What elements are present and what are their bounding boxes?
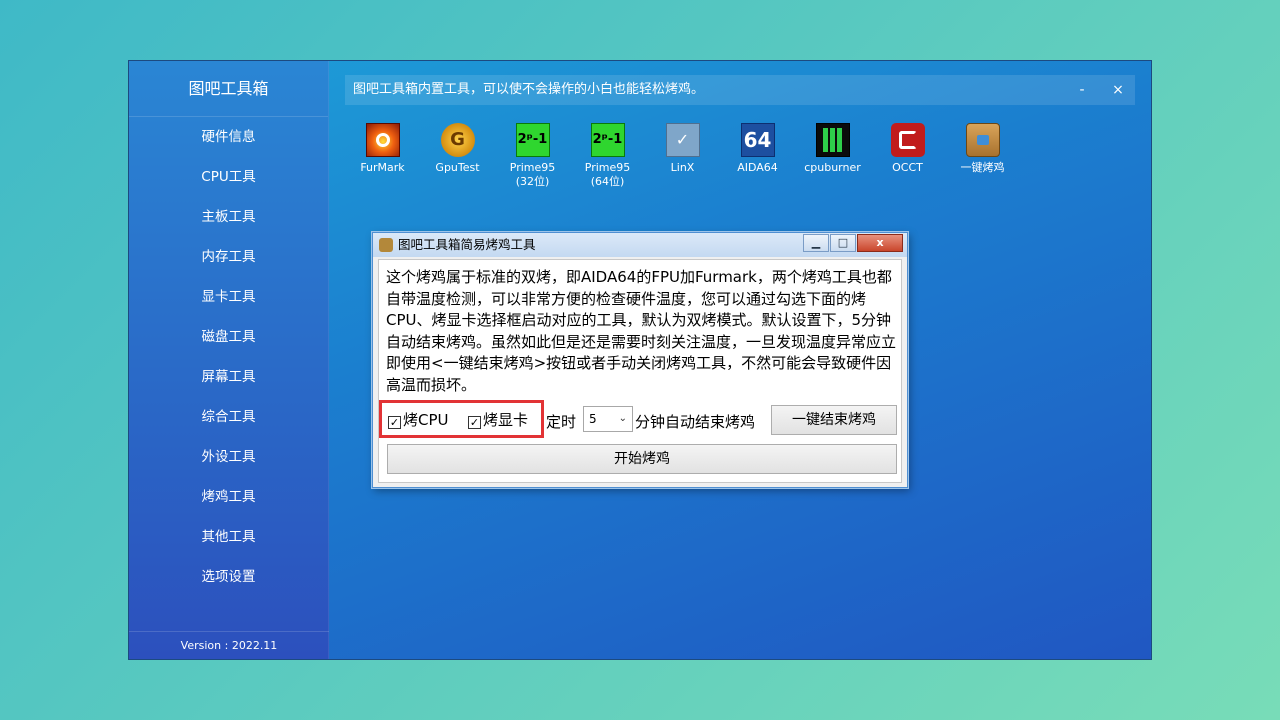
checkbox-checked-icon: ✓ <box>468 416 481 429</box>
tool-label: AIDA64 <box>737 161 778 174</box>
chevron-down-icon: ⌄ <box>618 413 627 424</box>
bake-cpu-label: 烤CPU <box>403 411 449 429</box>
bake-gpu-label: 烤显卡 <box>483 411 529 429</box>
sidebar-item-stress-tools[interactable]: 烤鸡工具 <box>129 477 328 517</box>
sidebar-item-settings[interactable]: 选项设置 <box>129 557 328 597</box>
bake-cpu-checkbox[interactable]: ✓ 烤CPU <box>388 411 449 429</box>
sidebar: 图吧工具箱 硬件信息 CPU工具 主板工具 内存工具 显卡工具 磁盘工具 屏幕工… <box>129 61 329 659</box>
tool-label: Prime95 <box>584 161 631 174</box>
timer-value: 5 <box>589 412 597 426</box>
timer-select[interactable]: 5 ⌄ <box>583 406 633 432</box>
cpuburner-icon <box>815 123 850 157</box>
tool-label: FurMark <box>360 161 405 174</box>
tool-furmark[interactable]: FurMark <box>345 123 420 175</box>
sidebar-item-disk-tools[interactable]: 磁盘工具 <box>129 317 328 357</box>
tool-one-click[interactable]: 一键烤鸡 <box>945 123 1020 175</box>
occt-icon <box>890 123 925 157</box>
sidebar-item-hardware-info[interactable]: 硬件信息 <box>129 117 328 157</box>
tool-label: cpuburner <box>804 161 861 174</box>
gputest-icon: G <box>440 123 475 157</box>
prime95-icon: 2ᵖ-1 <box>590 123 625 157</box>
dialog-app-icon <box>379 238 393 252</box>
package-icon <box>965 123 1000 157</box>
dialog-titlebar[interactable]: 图吧工具箱简易烤鸡工具 ▁ □ x <box>373 233 907 257</box>
bake-gpu-checkbox[interactable]: ✓ 烤显卡 <box>468 411 528 429</box>
close-button[interactable]: × <box>1103 75 1133 105</box>
tool-sublabel: (32位) <box>515 175 550 188</box>
tool-sublabel: (64位) <box>590 175 625 188</box>
sidebar-nav: 硬件信息 CPU工具 主板工具 内存工具 显卡工具 磁盘工具 屏幕工具 综合工具… <box>129 117 328 597</box>
linx-icon: ✓ <box>665 123 700 157</box>
tool-grid: FurMark G GpuTest 2ᵖ-1 Prime95 (32位) 2ᵖ-… <box>345 123 1145 193</box>
checkbox-highlight-box: ✓ 烤CPU ✓ 烤显卡 <box>379 400 544 438</box>
dialog-maximize-button[interactable]: □ <box>830 234 856 252</box>
sidebar-item-peripheral-tools[interactable]: 外设工具 <box>129 437 328 477</box>
tool-prime95-64[interactable]: 2ᵖ-1 Prime95 (64位) <box>570 123 645 189</box>
dialog-title: 图吧工具箱简易烤鸡工具 <box>398 237 536 252</box>
aida64-icon: 64 <box>740 123 775 157</box>
sidebar-item-other-tools[interactable]: 其他工具 <box>129 517 328 557</box>
start-stress-button[interactable]: 开始烤鸡 <box>387 444 897 474</box>
info-bar-text: 图吧工具箱内置工具，可以使不会操作的小白也能轻松烤鸡。 <box>353 82 705 97</box>
sidebar-item-motherboard-tools[interactable]: 主板工具 <box>129 197 328 237</box>
stop-stress-button[interactable]: 一键结束烤鸡 <box>771 405 897 435</box>
checkbox-checked-icon: ✓ <box>388 416 401 429</box>
tool-occt[interactable]: OCCT <box>870 123 945 175</box>
app-title: 图吧工具箱 <box>129 61 328 117</box>
dialog-body: 这个烤鸡属于标准的双烤，即AIDA64的FPU加Furmark，两个烤鸡工具也都… <box>378 259 902 483</box>
dialog-description: 这个烤鸡属于标准的双烤，即AIDA64的FPU加Furmark，两个烤鸡工具也都… <box>386 268 897 394</box>
tool-linx[interactable]: ✓ LinX <box>645 123 720 175</box>
tool-label: 一键烤鸡 <box>960 161 1005 174</box>
timer-suffix: 分钟自动结束烤鸡 <box>635 413 756 431</box>
tool-cpuburner[interactable]: cpuburner <box>795 123 870 175</box>
tool-aida64[interactable]: 64 AIDA64 <box>720 123 795 175</box>
sidebar-item-cpu-tools[interactable]: CPU工具 <box>129 157 328 197</box>
tool-prime95-32[interactable]: 2ᵖ-1 Prime95 (32位) <box>495 123 570 189</box>
furmark-icon <box>365 123 400 157</box>
tool-label: Prime95 <box>509 161 556 174</box>
timer-label: 定时 <box>546 413 577 431</box>
tool-label: LinX <box>670 161 695 174</box>
prime95-icon: 2ᵖ-1 <box>515 123 550 157</box>
dialog-minimize-button[interactable]: ▁ <box>803 234 829 252</box>
sidebar-item-screen-tools[interactable]: 屏幕工具 <box>129 357 328 397</box>
sidebar-item-general-tools[interactable]: 综合工具 <box>129 397 328 437</box>
stress-dialog: 图吧工具箱简易烤鸡工具 ▁ □ x 这个烤鸡属于标准的双烤，即AIDA64的FP… <box>372 232 908 488</box>
info-bar: 图吧工具箱内置工具，可以使不会操作的小白也能轻松烤鸡。 - × <box>345 75 1135 105</box>
tool-label: OCCT <box>892 161 923 174</box>
tool-label: GpuTest <box>435 161 480 174</box>
tool-gputest[interactable]: G GpuTest <box>420 123 495 175</box>
minimize-button[interactable]: - <box>1067 75 1097 105</box>
dialog-close-button[interactable]: x <box>857 234 903 252</box>
sidebar-item-memory-tools[interactable]: 内存工具 <box>129 237 328 277</box>
version-label: Version : 2022.11 <box>129 631 329 659</box>
sidebar-item-gpu-tools[interactable]: 显卡工具 <box>129 277 328 317</box>
